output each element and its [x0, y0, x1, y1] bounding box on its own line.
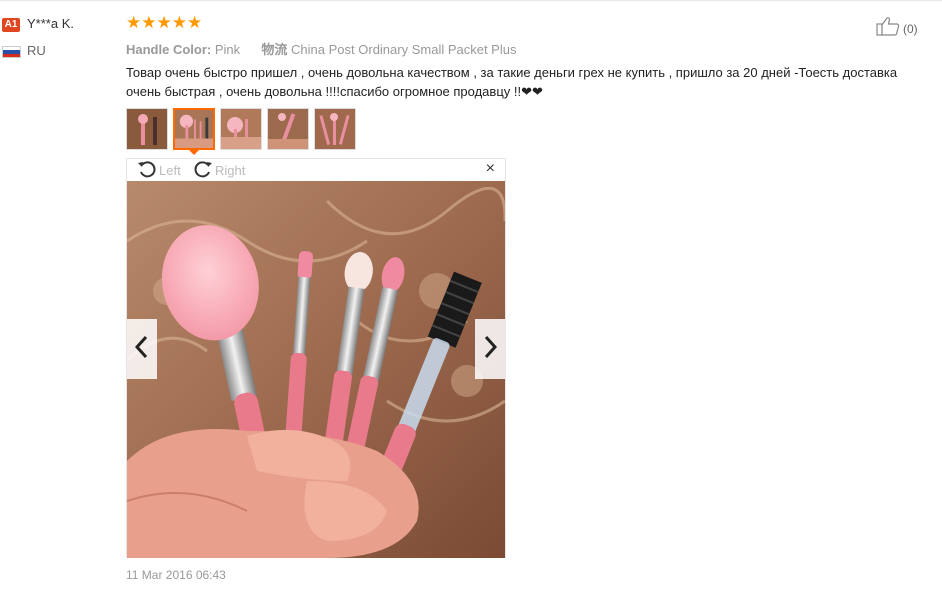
review-photo-thumbnails [126, 108, 356, 150]
helpful-count: (0) [903, 21, 918, 36]
review-date: 11 Mar 2016 06:43 [126, 568, 226, 582]
buyer-level-badge: A1 [2, 18, 20, 32]
review-text: Товар очень быстро пришел , очень доволь… [126, 65, 898, 99]
russia-flag-icon [2, 46, 21, 58]
star-rating: ★★★★★ [126, 13, 203, 32]
rotate-right-label: Right [215, 163, 246, 178]
rotate-left-label: Left [159, 163, 181, 178]
order-properties: Handle Color: Pink 物流 China Post Ordinar… [126, 39, 516, 58]
review-photo-thumbnail[interactable] [126, 108, 168, 150]
close-viewer-button[interactable]: × [486, 161, 495, 177]
reviewer-country: RU [27, 43, 46, 58]
rotate-right-button[interactable]: Right [193, 160, 245, 181]
photo-viewer: Left Right × [126, 158, 506, 558]
selected-thumbnail-pointer [188, 149, 200, 155]
review-photo [127, 181, 505, 558]
top-divider [0, 0, 942, 1]
previous-photo-button[interactable] [127, 319, 157, 379]
review-photo-thumbnail[interactable] [220, 108, 262, 150]
rotate-left-button[interactable]: Left [137, 160, 181, 181]
rotate-right-icon [193, 160, 213, 181]
review-photo-thumbnail-selected[interactable] [173, 108, 215, 150]
chevron-left-icon [134, 335, 150, 364]
viewer-toolbar: Left Right × [127, 159, 505, 181]
review-photo-thumbnail[interactable] [314, 108, 356, 150]
logistics-value: China Post Ordinary Small Packet Plus [291, 42, 517, 57]
handle-color-label: Handle Color: [126, 42, 212, 57]
rotate-left-icon [137, 160, 157, 181]
review-photo-thumbnail[interactable] [267, 108, 309, 150]
next-photo-button[interactable] [475, 319, 505, 379]
thumbs-up-icon [876, 16, 900, 41]
reviewer-name: Y***a K. [27, 16, 74, 31]
helpful-button[interactable]: (0) [876, 16, 918, 41]
handle-color-value: Pink [214, 42, 241, 57]
chevron-right-icon [482, 335, 498, 364]
logistics-label: 物流 [261, 42, 288, 57]
